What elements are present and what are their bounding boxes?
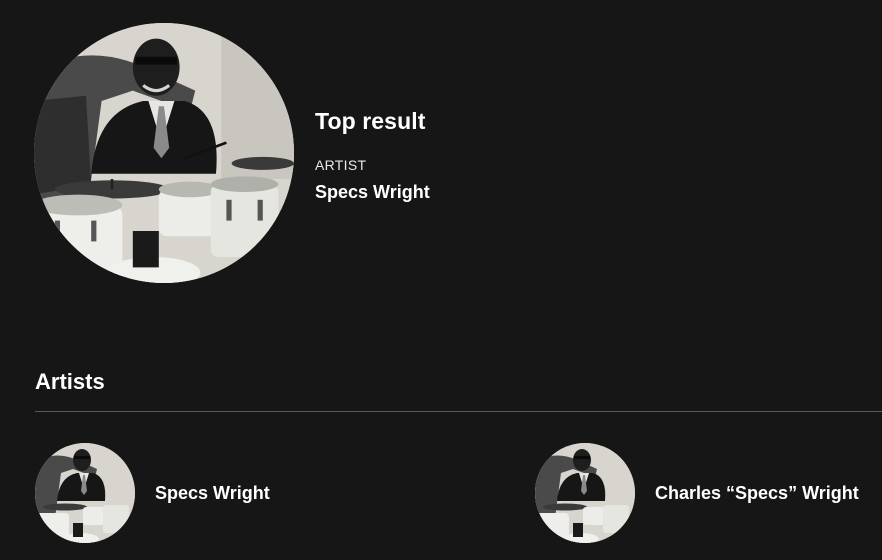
top-result-info: Top result ARTIST Specs Wright [315,104,430,203]
top-result-heading: Top result [315,107,426,134]
top-result-artist-image [34,23,294,283]
result-type-label: ARTIST [315,156,367,173]
artist-name: Specs Wright [155,482,270,503]
top-result-artist-name[interactable]: Specs Wright [315,182,430,203]
artists-section-title: Artists [35,369,105,394]
top-result-card[interactable]: Top result ARTIST Specs Wright [34,22,634,284]
artist-list-item[interactable]: Charles “Specs” Wright [535,443,859,543]
artist-image [535,443,635,543]
artist-image [35,443,135,543]
artist-name: Charles “Specs” Wright [655,482,859,503]
artist-list-item[interactable]: Specs Wright [35,443,270,543]
search-results-page: Top result ARTIST Specs Wright Artists S… [0,0,882,560]
section-divider [35,411,882,412]
